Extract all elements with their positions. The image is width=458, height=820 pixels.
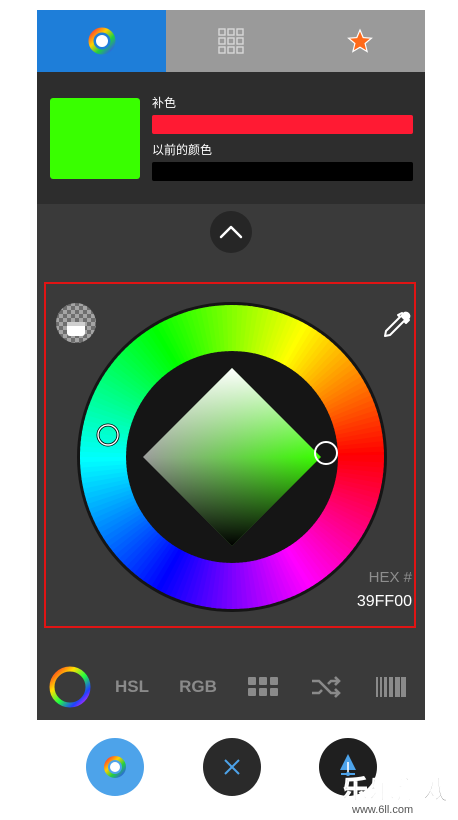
current-color-swatch	[50, 98, 140, 179]
previous-color-label: 以前的颜色	[152, 143, 213, 157]
color-wheel-icon	[88, 27, 115, 55]
complement-color-bar[interactable]	[152, 115, 413, 134]
hex-value[interactable]: 39FF00	[357, 593, 412, 611]
watermark-brand: 乐乐游戏	[341, 776, 451, 807]
hex-label: HEX #	[368, 569, 412, 586]
grid-icon	[217, 28, 244, 54]
watermark-url: www.6ll.com	[352, 804, 414, 816]
mode-bar: HSL RGB	[37, 664, 425, 710]
mode-shuffle[interactable]	[309, 664, 345, 710]
wheel-fab-button[interactable]	[86, 738, 144, 796]
collapse-button[interactable]	[210, 211, 252, 253]
color-wheel-fab-icon	[104, 756, 126, 778]
mode-rgb[interactable]: RGB	[173, 664, 223, 710]
mode-hsl[interactable]: HSL	[107, 664, 157, 710]
close-icon	[224, 759, 240, 775]
swatches-grid-icon	[248, 677, 278, 696]
chevron-up-icon	[219, 225, 243, 239]
tab-bar	[37, 10, 425, 72]
complement-label: 补色	[152, 96, 177, 110]
previous-color-bar[interactable]	[152, 162, 413, 181]
color-info-section: 补色 以前的颜色	[37, 72, 425, 204]
eyedropper-icon[interactable]	[378, 310, 412, 344]
color-wheel-mode-icon	[49, 666, 91, 708]
hue-wheel[interactable]	[77, 302, 387, 612]
shuffle-icon	[312, 676, 341, 698]
close-button[interactable]	[203, 738, 261, 796]
color-picker-panel: 补色 以前的颜色 HEX # 39FF00 HSL RGB	[37, 10, 425, 720]
gradient-bars-icon	[376, 677, 406, 697]
tab-palette-grid[interactable]	[166, 10, 295, 72]
star-icon	[347, 28, 373, 53]
mode-wheel[interactable]	[45, 664, 95, 710]
tab-favorites[interactable]	[295, 10, 425, 72]
mode-swatches[interactable]	[245, 664, 281, 710]
watermark: 乐乐游戏 www.6ll.com	[338, 770, 458, 820]
alpha-checker-icon[interactable]	[55, 302, 97, 344]
mode-gradient[interactable]	[373, 664, 409, 710]
color-wheel-area: HEX # 39FF00	[44, 282, 416, 628]
tab-color-wheel[interactable]	[37, 10, 166, 72]
